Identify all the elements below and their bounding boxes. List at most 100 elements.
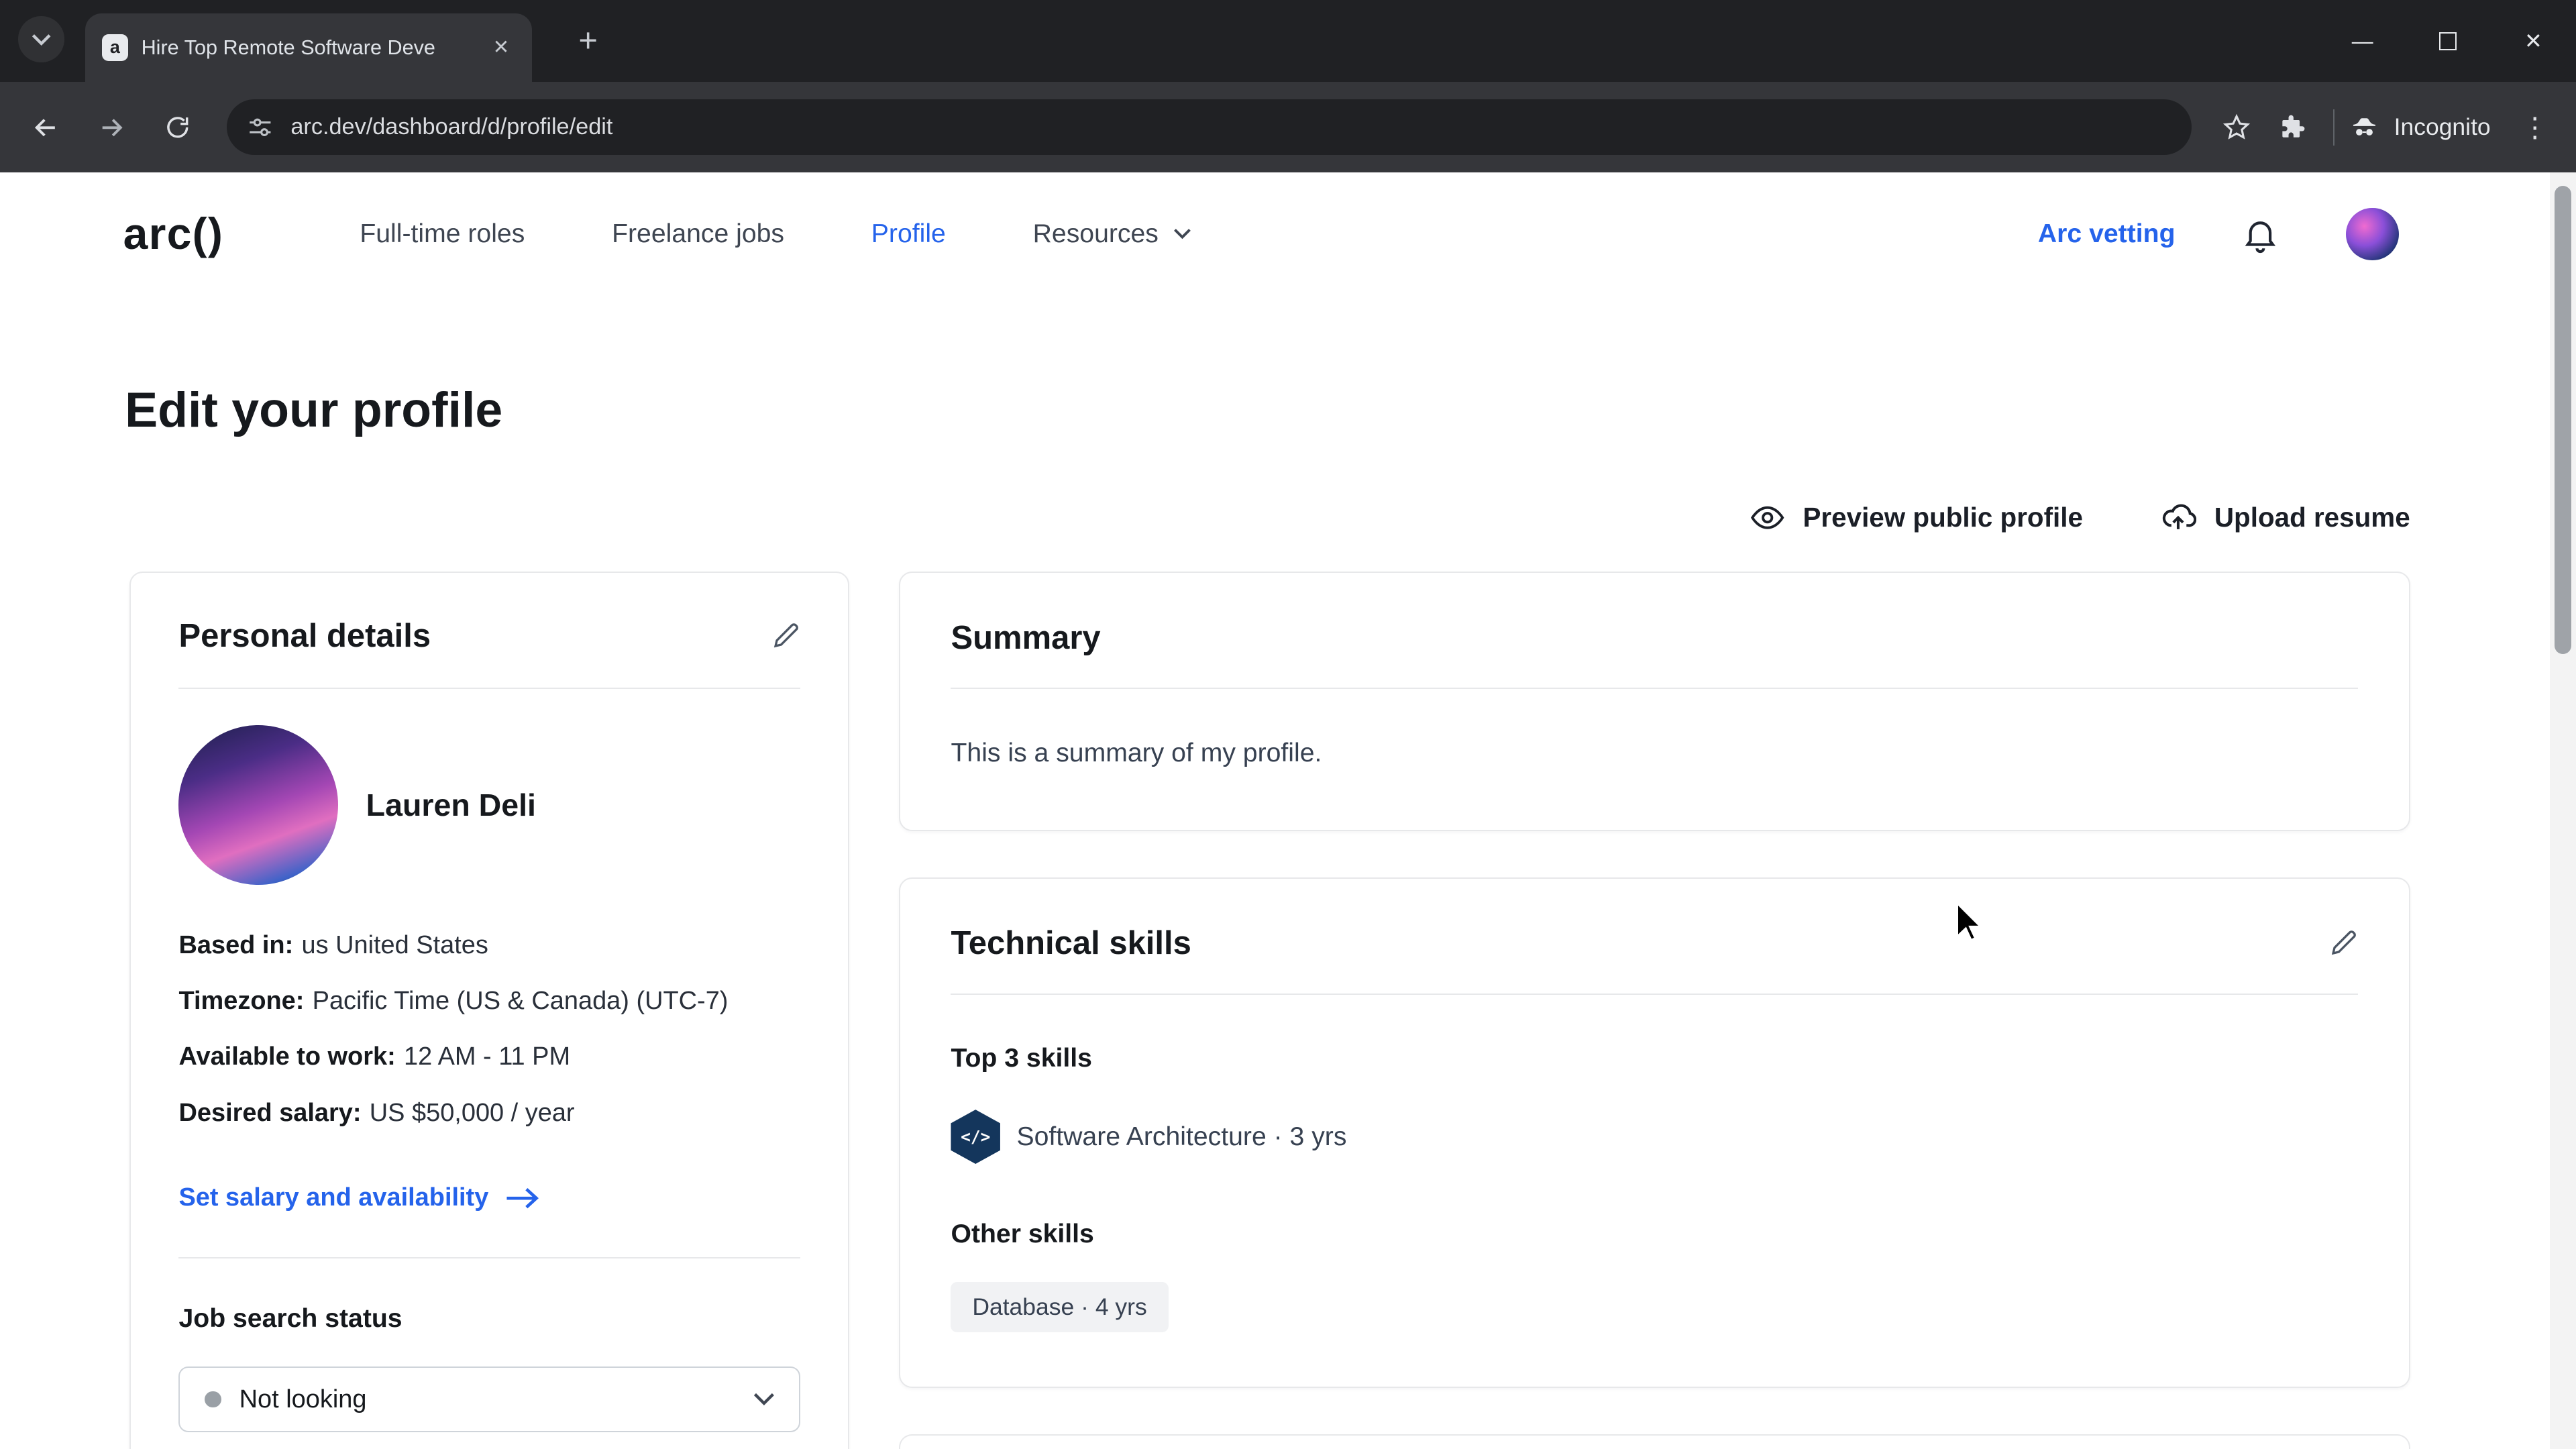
reload-icon [164,113,192,142]
field-availability: Available to work: 12 AM - 11 PM [178,1029,800,1085]
notifications-button[interactable] [2241,215,2280,254]
new-tab-button[interactable]: + [565,18,611,64]
chevron-down-icon [32,33,51,46]
right-column: Summary This is a summary of my profile.… [899,572,2410,1449]
set-salary-availability-link[interactable]: Set salary and availability [178,1183,800,1212]
incognito-icon [2348,111,2381,144]
pencil-icon [771,621,800,651]
technical-skills-title: Technical skills [951,924,1191,962]
divider [951,688,2357,689]
field-label: Available to work: [178,1042,395,1071]
chevron-down-icon [753,1393,775,1406]
window-controls: — ✕ [2320,0,2576,82]
profile-name: Lauren Deli [366,787,536,823]
user-avatar[interactable] [2346,208,2398,260]
status-dot-icon [205,1391,221,1407]
incognito-badge: Incognito [2348,111,2491,144]
field-desired-salary: Desired salary:US $50,000 / year [178,1085,800,1141]
page-scrollbar[interactable] [2550,172,2576,1449]
field-based-in: Based in: us United States [178,918,800,973]
browser-tab[interactable]: a Hire Top Remote Software Deve ✕ [85,13,532,83]
address-bar[interactable]: arc.dev/dashboard/d/profile/edit [227,99,2192,155]
tab-close-button[interactable]: ✕ [486,33,516,62]
upload-resume-label: Upload resume [2214,502,2410,533]
code-hexagon-icon: </> [951,1110,1000,1164]
tab-title: Hire Top Remote Software Deve [142,36,474,60]
browser-toolbar: arc.dev/dashboard/d/profile/edit Incogni… [0,82,2576,172]
back-button[interactable] [18,99,74,155]
tab-favicon: a [102,34,128,60]
edit-personal-details-button[interactable] [771,621,800,651]
edit-technical-skills-button[interactable] [2328,928,2358,958]
field-label: Based in: [178,931,293,959]
job-search-status-select[interactable]: Not looking [178,1366,800,1432]
star-icon [2222,113,2251,142]
arrow-right-icon [505,1187,539,1210]
nav-resources[interactable]: Resources [1033,219,1191,249]
skill-tag: Database · 4 yrs [951,1282,1168,1332]
profile-identity: Lauren Deli [178,725,800,885]
reload-button[interactable] [150,99,205,155]
field-timezone: Timezone: Pacific Time (US & Canada) (UTC… [178,973,800,1029]
personal-details-title: Personal details [178,617,431,655]
eye-icon [1750,500,1784,535]
skill-row: </> Software Architecture · 3 yrs [951,1110,2357,1164]
field-value: Pacific Time (US & Canada) (UTC-7) [313,987,729,1015]
screen: a Hire Top Remote Software Deve ✕ + — ✕ … [0,0,2576,1449]
summary-card: Summary This is a summary of my profile. [899,572,2410,831]
page-title: Edit your profile [125,381,502,438]
upload-resume-button[interactable]: Upload resume [2160,499,2410,535]
browser-tab-bar: a Hire Top Remote Software Deve ✕ + — ✕ [0,0,2576,82]
personal-details-card: Personal details Lauren Deli Based in: us… [129,572,849,1449]
back-arrow-icon [30,112,62,144]
nav-resources-label: Resources [1033,219,1159,249]
field-label: Timezone: [178,987,304,1015]
pencil-icon [2328,928,2358,958]
url-text: arc.dev/dashboard/d/profile/edit [290,114,612,140]
technical-skills-card: Technical skills Top 3 skills </> Softwa… [899,877,2410,1389]
preview-public-profile-button[interactable]: Preview public profile [1750,500,2083,535]
puzzle-icon [2277,113,2307,142]
window-maximize-button[interactable] [2405,0,2490,82]
field-value: 12 AM - 11 PM [404,1042,570,1071]
summary-title: Summary [951,619,1100,657]
set-salary-availability-label: Set salary and availability [178,1183,488,1212]
divider [178,688,800,689]
arc-logo[interactable]: arc() [123,209,223,260]
next-card-edge [899,1434,2410,1449]
extensions-button[interactable] [2264,99,2320,155]
nav-profile[interactable]: Profile [871,219,946,249]
main-content: Edit your profile Preview public profile… [0,296,2550,1449]
tab-search-button[interactable] [18,16,64,62]
page-actions: Preview public profile Upload resume [1750,499,2410,535]
maximize-icon [2439,32,2457,50]
incognito-label: Incognito [2394,113,2491,141]
summary-text: This is a summary of my profile. [951,739,2357,768]
divider [951,994,2357,995]
browser-menu-button[interactable]: ⋮ [2507,99,2563,155]
arc-vetting-link[interactable]: Arc vetting [2038,219,2176,249]
nav-freelance-jobs[interactable]: Freelance jobs [612,219,784,249]
skill-label: Software Architecture · 3 yrs [1016,1122,1346,1152]
other-skills-label: Other skills [951,1220,2357,1249]
scrollbar-thumb[interactable] [2555,186,2571,654]
field-value: us United States [301,931,488,959]
nav-full-time-roles[interactable]: Full-time roles [360,219,525,249]
header-right: Arc vetting [2038,208,2399,260]
job-search-status-value: Not looking [239,1385,367,1414]
forward-arrow-icon [96,112,127,144]
cloud-upload-icon [2160,499,2196,535]
primary-nav: Full-time roles Freelance jobs Profile R… [360,219,1191,249]
divider [178,1257,800,1258]
toolbar-separator [2333,109,2334,146]
window-minimize-button[interactable]: — [2320,0,2405,82]
window-close-button[interactable]: ✕ [2491,0,2576,82]
bookmark-button[interactable] [2208,99,2264,155]
profile-photo [178,725,338,885]
site-info-icon[interactable] [246,113,274,142]
forward-button[interactable] [84,99,140,155]
preview-public-profile-label: Preview public profile [1803,502,2082,533]
field-value: US $50,000 / year [370,1099,575,1127]
top-skills-label: Top 3 skills [951,1044,2357,1073]
job-search-status-title: Job search status [178,1304,800,1334]
